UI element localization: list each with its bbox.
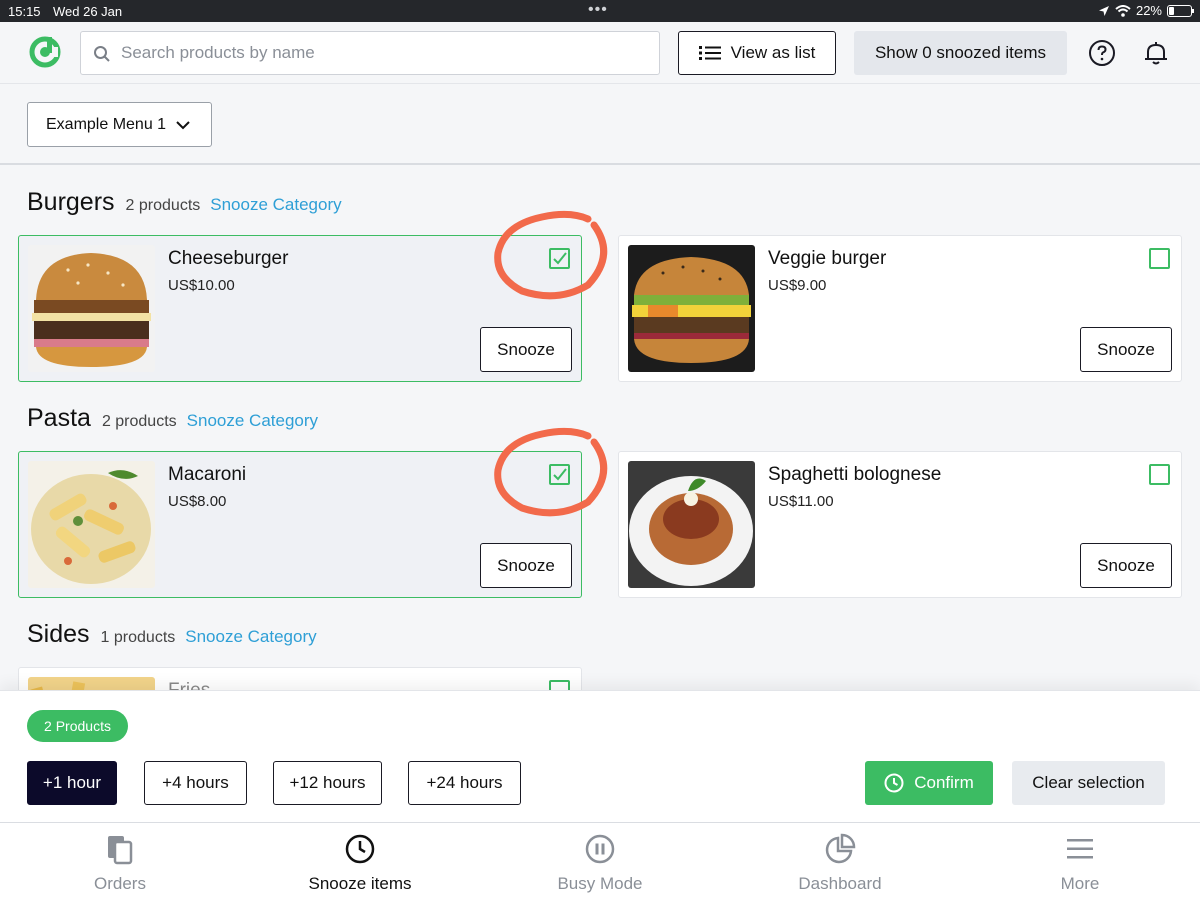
- selected-products-badge: 2 Products: [27, 710, 128, 742]
- snooze-button[interactable]: Snooze: [480, 327, 572, 372]
- category-count: 2 products: [125, 197, 201, 214]
- product-image-macaroni: [28, 461, 155, 588]
- product-checkbox-checked[interactable]: [549, 248, 570, 269]
- product-image-spaghetti-bolognese: [628, 461, 755, 588]
- product-price: US$10.00: [168, 277, 235, 294]
- status-time: 15:15: [8, 4, 41, 19]
- battery-icon: [1167, 4, 1194, 17]
- deliverect-logo-icon[interactable]: [28, 35, 62, 69]
- snooze-category-link[interactable]: Snooze Category: [210, 195, 341, 215]
- tab-snooze-items[interactable]: Snooze items: [240, 823, 480, 900]
- orders-icon: [108, 836, 133, 865]
- pause-icon: [585, 834, 615, 864]
- checkmark-icon: [553, 468, 567, 481]
- notifications-bell-icon[interactable]: [1142, 39, 1170, 67]
- product-card-spaghetti-bolognese[interactable]: Spaghetti bolognese US$11.00 Snooze: [618, 451, 1182, 598]
- clock-icon: [884, 773, 904, 793]
- menu-select-row: Example Menu 1: [0, 84, 1200, 165]
- product-checkbox[interactable]: [1149, 248, 1170, 269]
- duration-button-1h[interactable]: +1 hour: [27, 761, 117, 805]
- confirm-label: Confirm: [914, 773, 974, 792]
- clear-selection-button[interactable]: Clear selection: [1012, 761, 1165, 805]
- view-as-list-button[interactable]: View as list: [678, 31, 836, 75]
- confirm-button[interactable]: Confirm: [865, 761, 993, 805]
- snooze-button[interactable]: Snooze: [1080, 543, 1172, 588]
- checkmark-icon: [553, 252, 567, 265]
- product-price: US$9.00: [768, 277, 827, 294]
- snooze-button[interactable]: Snooze: [1080, 327, 1172, 372]
- snooze-action-panel: 2 Products +1 hour +4 hours +12 hours +2…: [0, 690, 1200, 823]
- search-box[interactable]: [80, 31, 660, 75]
- menu-dropdown-value: Example Menu 1: [46, 115, 167, 133]
- category-title: Pasta: [27, 404, 91, 432]
- snooze-category-link[interactable]: Snooze Category: [185, 627, 316, 647]
- tab-orders[interactable]: Orders: [0, 823, 240, 900]
- search-icon: [94, 46, 110, 62]
- tab-busy-mode[interactable]: Busy Mode: [480, 823, 720, 900]
- status-bar: 15:15 Wed 26 Jan ••• 22%: [0, 0, 1200, 22]
- duration-button-12h[interactable]: +12 hours: [273, 761, 382, 805]
- product-checkbox[interactable]: [1149, 464, 1170, 485]
- product-name: Spaghetti bolognese: [768, 464, 942, 485]
- product-image-veggie-burger: [628, 245, 755, 372]
- category-count: 2 products: [101, 413, 177, 430]
- product-price: US$11.00: [768, 493, 834, 510]
- multitasking-dots-icon[interactable]: •••: [588, 1, 608, 19]
- tab-label: Dashboard: [798, 874, 882, 893]
- product-price: US$8.00: [168, 493, 227, 510]
- category-header-sides: Sides 1 products Snooze Category: [27, 620, 317, 649]
- product-checkbox-checked[interactable]: [549, 464, 570, 485]
- bottom-tab-bar: Orders Snooze items Busy Mode Dashboard …: [0, 823, 1200, 900]
- help-icon[interactable]: [1088, 39, 1116, 67]
- status-date: Wed 26 Jan: [53, 4, 123, 19]
- status-right: 22%: [1098, 3, 1194, 18]
- category-header-burgers: Burgers 2 products Snooze Category: [27, 188, 342, 217]
- snooze-category-link[interactable]: Snooze Category: [187, 411, 318, 431]
- chevron-down-icon: [176, 121, 190, 130]
- product-card-macaroni[interactable]: Macaroni US$8.00 Snooze: [18, 451, 582, 598]
- menu-dropdown[interactable]: Example Menu 1: [27, 102, 212, 147]
- product-card-cheeseburger[interactable]: Cheeseburger US$10.00 Snooze: [18, 235, 582, 382]
- wifi-icon: [1115, 4, 1131, 17]
- snooze-button[interactable]: Snooze: [480, 543, 572, 588]
- duration-button-24h[interactable]: +24 hours: [408, 761, 521, 805]
- pie-chart-icon: [825, 833, 856, 864]
- tab-dashboard[interactable]: Dashboard: [720, 823, 960, 900]
- hamburger-menu-icon: [1067, 839, 1093, 859]
- tab-label: More: [1060, 874, 1100, 893]
- tab-label: Orders: [94, 874, 146, 893]
- clock-icon: [345, 834, 375, 864]
- list-icon: [698, 46, 721, 60]
- category-title: Sides: [27, 620, 90, 648]
- location-icon: [1098, 5, 1109, 16]
- product-name: Macaroni: [168, 464, 247, 485]
- tab-more[interactable]: More: [960, 823, 1200, 900]
- view-as-list-label: View as list: [730, 43, 816, 62]
- product-image-cheeseburger: [28, 245, 155, 372]
- battery-percent: 22%: [1135, 3, 1162, 18]
- product-name: Cheeseburger: [168, 248, 289, 269]
- category-header-pasta: Pasta 2 products Snooze Category: [27, 404, 318, 433]
- category-count: 1 products: [100, 629, 176, 646]
- duration-button-4h[interactable]: +4 hours: [144, 761, 247, 805]
- top-header: View as list Show 0 snoozed items: [0, 22, 1200, 84]
- tab-label: Snooze items: [308, 874, 412, 893]
- category-title: Burgers: [27, 188, 115, 216]
- product-name: Veggie burger: [768, 248, 887, 269]
- tab-label: Busy Mode: [557, 874, 643, 893]
- search-input[interactable]: [121, 32, 651, 74]
- product-card-veggie-burger[interactable]: Veggie burger US$9.00 Snooze: [618, 235, 1182, 382]
- show-snoozed-items-button[interactable]: Show 0 snoozed items: [854, 31, 1067, 75]
